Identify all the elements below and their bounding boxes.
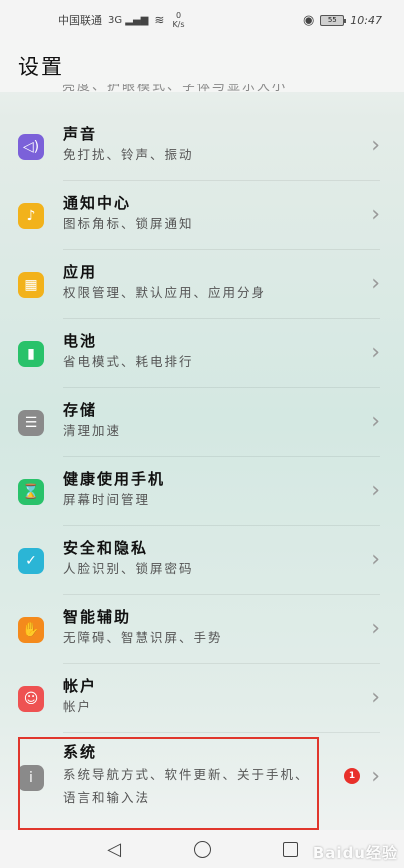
settings-list: ◁) 声音免打扰、铃声、振动 › ♪ 通知中心图标角标、锁屏通知 › ▦ 应用权限管理、默认应… bbox=[0, 112, 404, 833]
bell-icon: ♪ bbox=[18, 203, 44, 229]
wifi-icon: ≋ bbox=[154, 13, 165, 27]
settings-item-battery[interactable]: ▮ 电池省电模式、耗电排行 › bbox=[0, 319, 404, 388]
system-icon: ⅰ bbox=[18, 765, 44, 791]
item-texts: 系统系统导航方式、软件更新、关于手机、语言和输入法 bbox=[63, 741, 313, 809]
item-texts: 帐户 帐户 bbox=[63, 675, 323, 717]
item-texts: 通知中心图标角标、锁屏通知 bbox=[63, 192, 323, 234]
item-subtitle: 屏幕时间管理 bbox=[63, 492, 151, 507]
speaker-icon: ◁) bbox=[18, 134, 44, 160]
battery-icon: ▮ bbox=[18, 341, 44, 367]
settings-item-hand[interactable]: ✋ 智能辅助无障碍、智慧识屏、手势 › bbox=[0, 595, 404, 664]
chevron-right-icon: › bbox=[371, 616, 380, 641]
item-title: 系统 bbox=[63, 743, 98, 761]
item-subtitle: 系统导航方式、软件更新、关于手机、语言和输入法 bbox=[63, 767, 310, 805]
battery-status-icon: 55 bbox=[320, 14, 347, 26]
item-subtitle: 无障碍、智慧识屏、手势 bbox=[63, 630, 223, 645]
clock: 10:47 bbox=[350, 13, 382, 27]
settings-item-system[interactable]: ⅰ 系统系统导航方式、软件更新、关于手机、语言和输入法 1 › bbox=[0, 733, 404, 833]
chevron-right-icon: › bbox=[371, 340, 380, 365]
chevron-right-icon: › bbox=[371, 133, 380, 158]
settings-item-bell[interactable]: ♪ 通知中心图标角标、锁屏通知 › bbox=[0, 181, 404, 250]
item-subtitle: 清理加速 bbox=[63, 423, 122, 438]
item-texts: 存储 清理加速 bbox=[63, 399, 323, 441]
chevron-right-icon: › bbox=[371, 409, 380, 434]
item-texts: 智能辅助无障碍、智慧识屏、手势 bbox=[63, 606, 323, 648]
settings-item-speaker[interactable]: ◁) 声音免打扰、铃声、振动 › bbox=[0, 112, 404, 181]
item-texts: 电池省电模式、耗电排行 bbox=[63, 330, 323, 372]
chevron-right-icon: › bbox=[371, 478, 380, 503]
update-badge: 1 bbox=[344, 768, 360, 784]
back-button[interactable]: ◁ bbox=[94, 834, 134, 864]
item-subtitle: 人脸识别、锁屏密码 bbox=[63, 561, 194, 576]
item-title: 应用 bbox=[63, 263, 98, 281]
chevron-right-icon: › bbox=[371, 685, 380, 710]
item-title: 帐户 bbox=[63, 677, 98, 695]
eye-comfort-icon: ◉ bbox=[302, 12, 315, 28]
storage-icon: ☰ bbox=[18, 410, 44, 436]
chevron-right-icon: › bbox=[371, 764, 380, 789]
item-title: 存储 bbox=[63, 401, 98, 419]
home-button[interactable] bbox=[182, 834, 222, 864]
page-title: 设置 bbox=[18, 55, 64, 79]
carrier-label: 中国联通 bbox=[58, 14, 102, 27]
settings-item-apps-grid[interactable]: ▦ 应用权限管理、默认应用、应用分身 › bbox=[0, 250, 404, 319]
item-title: 健康使用手机 bbox=[63, 470, 166, 488]
settings-item-account[interactable]: ☺ 帐户 帐户 › bbox=[0, 664, 404, 733]
hand-icon: ✋ bbox=[18, 617, 44, 643]
item-subtitle: 权限管理、默认应用、应用分身 bbox=[63, 285, 267, 300]
network-speed: 0 K/s bbox=[172, 11, 185, 29]
item-title: 安全和隐私 bbox=[63, 539, 149, 557]
chevron-right-icon: › bbox=[371, 547, 380, 572]
item-title: 声音 bbox=[63, 125, 98, 143]
item-subtitle: 省电模式、耗电排行 bbox=[63, 354, 194, 369]
settings-item-storage[interactable]: ☰ 存储清理加速 › bbox=[0, 388, 404, 457]
shield-icon: ✓ bbox=[18, 548, 44, 574]
status-bar: 中国联通 3G ▂▄▆ ≋ 0 K/s ◉ 55 10:47 bbox=[0, 0, 404, 40]
item-title: 通知中心 bbox=[63, 194, 132, 212]
home-circle-icon bbox=[193, 840, 211, 858]
settings-item-shield[interactable]: ✓ 安全和隐私人脸识别、锁屏密码 › bbox=[0, 526, 404, 595]
recents-button[interactable] bbox=[270, 834, 310, 864]
watermark: Baidu经验 bbox=[312, 844, 398, 862]
item-title: 电池 bbox=[63, 332, 98, 350]
item-subtitle: 免打扰、铃声、振动 bbox=[63, 147, 194, 162]
chevron-right-icon: › bbox=[371, 202, 380, 227]
signal-icon: 3G ▂▄▆ bbox=[108, 14, 149, 26]
item-subtitle: 帐户 bbox=[63, 699, 93, 714]
recents-square-icon bbox=[282, 841, 298, 857]
chevron-right-icon: › bbox=[371, 271, 380, 296]
item-texts: 声音免打扰、铃声、振动 bbox=[63, 123, 323, 165]
settings-item-hourglass[interactable]: ⌛ 健康使用手机 屏幕时间管理 › bbox=[0, 457, 404, 526]
apps-grid-icon: ▦ bbox=[18, 272, 44, 298]
item-title: 智能辅助 bbox=[63, 608, 132, 626]
item-texts: 安全和隐私人脸识别、锁屏密码 bbox=[63, 537, 323, 579]
account-icon: ☺ bbox=[18, 686, 44, 712]
hourglass-icon: ⌛ bbox=[18, 479, 44, 505]
item-texts: 健康使用手机 屏幕时间管理 bbox=[63, 468, 323, 510]
partial-list-item: 亮度、护眼模式、字体与显示大小 bbox=[62, 84, 288, 94]
item-texts: 应用权限管理、默认应用、应用分身 bbox=[63, 261, 323, 303]
item-subtitle: 图标角标、锁屏通知 bbox=[63, 216, 194, 231]
